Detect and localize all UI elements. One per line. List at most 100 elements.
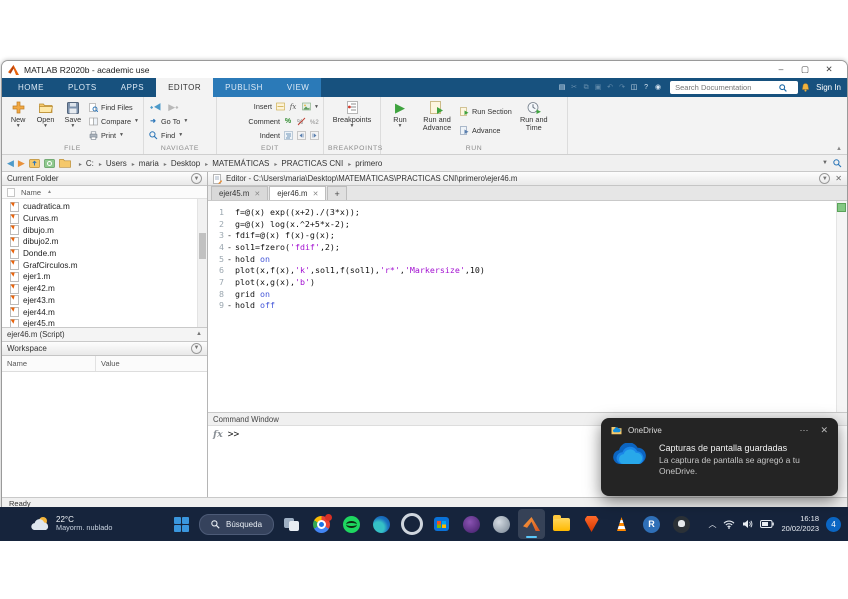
collapse-details-icon[interactable]: ▲: [196, 331, 202, 337]
new-tab-button[interactable]: +: [327, 186, 346, 200]
indent-right-icon[interactable]: [309, 130, 319, 140]
forward-arrow-icon[interactable]: ▶: [18, 159, 25, 168]
file-list-scrollbar[interactable]: [197, 199, 207, 327]
battery-icon[interactable]: [760, 520, 774, 528]
maximize-button[interactable]: ▢: [793, 64, 817, 75]
file-row[interactable]: Donde.m: [2, 248, 207, 260]
redo-icon[interactable]: ↷: [617, 82, 627, 93]
toolstrip-tab-apps[interactable]: APPS: [109, 78, 156, 97]
back-arrow-icon[interactable]: ⬩◀: [150, 103, 161, 112]
switch-windows-icon[interactable]: ◫: [629, 82, 639, 93]
file-list-column-header[interactable]: Name ▲: [2, 186, 207, 199]
editor-tab-ejer45.m[interactable]: ejer45.m✕: [211, 186, 268, 200]
start-button[interactable]: [168, 509, 195, 539]
forward-arrow-icon[interactable]: ▶⬩: [168, 103, 178, 112]
up-one-level-icon[interactable]: [29, 158, 40, 168]
sign-in-link[interactable]: Sign In: [816, 83, 841, 92]
wifi-icon[interactable]: [723, 520, 735, 529]
collapse-ribbon-icon[interactable]: ▲: [836, 146, 842, 152]
workspace-name-column[interactable]: Name: [2, 356, 96, 371]
taskbar-matlab-button[interactable]: [518, 509, 545, 539]
taskbar-vlc-button[interactable]: [608, 509, 635, 539]
breakpoints-button[interactable]: Breakpoints ▼: [330, 99, 374, 143]
notifications-bell-icon[interactable]: [801, 83, 810, 93]
go-to-button[interactable]: ➜ Go To ▼: [148, 115, 212, 127]
taskbar-chrome-button[interactable]: [308, 509, 335, 539]
workspace-value-column[interactable]: Value: [96, 356, 207, 371]
taskbar-steam-button[interactable]: [488, 509, 515, 539]
file-row[interactable]: ejer44.m: [2, 306, 207, 318]
editor-scrollbar[interactable]: [836, 201, 847, 412]
file-row[interactable]: ejer1.m: [2, 271, 207, 283]
run-and-advance-button[interactable]: Run and Advance: [418, 99, 456, 143]
toolstrip-tab-publish[interactable]: PUBLISH: [213, 78, 275, 97]
browse-folder-icon[interactable]: [44, 158, 55, 168]
breadcrumb-segment[interactable]: Desktop: [160, 159, 201, 168]
taskbar-clipchamp-button[interactable]: [458, 509, 485, 539]
breadcrumb-segment[interactable]: C:: [75, 159, 95, 168]
close-notification-button[interactable]: ✕: [820, 425, 828, 436]
uncomment-icon[interactable]: %: [296, 116, 306, 126]
copy-icon[interactable]: ⧉: [581, 82, 591, 93]
notification-count-badge[interactable]: 4: [826, 517, 841, 532]
editor-actions-icon[interactable]: ▼: [819, 173, 830, 184]
save-icon[interactable]: ▤: [557, 82, 567, 93]
documentation-search[interactable]: [670, 81, 798, 94]
folder-icon[interactable]: [59, 158, 71, 168]
open-button[interactable]: Open ▼: [33, 99, 57, 143]
new-button[interactable]: New ▼: [6, 99, 30, 143]
breadcrumb-segment[interactable]: MATEMÁTICAS: [201, 159, 270, 168]
close-tab-icon[interactable]: ✕: [254, 190, 260, 198]
taskbar-task-view-button[interactable]: [278, 509, 305, 539]
advance-button[interactable]: Advance: [459, 124, 512, 136]
file-row[interactable]: GrafCirculos.m: [2, 259, 207, 271]
volume-icon[interactable]: [742, 519, 753, 529]
insert-function-icon[interactable]: fx: [288, 102, 298, 112]
paste-icon[interactable]: ▣: [593, 82, 603, 93]
comment-icon[interactable]: %: [283, 116, 293, 126]
taskbar-spotify-button[interactable]: [338, 509, 365, 539]
taskbar-brave-button[interactable]: [578, 509, 605, 539]
run-section-button[interactable]: Run Section: [459, 106, 512, 118]
taskbar-clock[interactable]: 16:18 20/02/2023: [781, 514, 819, 534]
panel-actions-icon[interactable]: ▼: [191, 343, 202, 354]
minimize-button[interactable]: –: [769, 64, 793, 75]
hidden-icons-chevron[interactable]: ︿: [708, 519, 716, 530]
breadcrumb-segment[interactable]: PRACTICAS CNI: [270, 159, 344, 168]
file-row[interactable]: ejer43.m: [2, 295, 207, 307]
workspace-column-header[interactable]: Name Value: [2, 356, 207, 372]
run-button[interactable]: ▶ Run ▼: [385, 99, 415, 143]
file-row[interactable]: ejer45.m: [2, 318, 207, 327]
save-button[interactable]: Save ▼: [61, 99, 85, 143]
toolstrip-tab-editor[interactable]: EDITOR: [156, 78, 213, 97]
editor-tab-ejer46.m[interactable]: ejer46.m✕: [269, 186, 326, 200]
close-editor-icon[interactable]: ✕: [835, 174, 842, 183]
breadcrumb-segment[interactable]: Users: [95, 159, 128, 168]
community-icon[interactable]: ◉: [653, 82, 663, 93]
taskbar-settings-button[interactable]: [398, 509, 425, 539]
code-editor[interactable]: 1f=@(x) exp((x+2)./(3*x));2g=@(x) log(x.…: [208, 201, 847, 412]
file-row[interactable]: dibujo2.m: [2, 236, 207, 248]
indent-left-icon[interactable]: [296, 130, 306, 140]
toolstrip-tab-plots[interactable]: PLOTS: [56, 78, 109, 97]
chevron-down-icon[interactable]: ▼: [822, 160, 828, 166]
find-button[interactable]: Find ▼: [148, 129, 212, 141]
wrap-comments-icon[interactable]: %2: [309, 116, 319, 126]
taskbar-r-button[interactable]: R: [638, 509, 665, 539]
breadcrumb-segment[interactable]: primero: [344, 159, 383, 168]
search-icon[interactable]: [779, 84, 787, 92]
taskbar-search[interactable]: Búsqueda: [199, 514, 274, 535]
insert-image-icon[interactable]: [301, 102, 311, 112]
file-row[interactable]: dibujo.m: [2, 224, 207, 236]
toolstrip-tab-view[interactable]: VIEW: [275, 78, 321, 97]
back-arrow-icon[interactable]: ◀: [7, 159, 14, 168]
taskbar-microsoft-store-button[interactable]: [428, 509, 455, 539]
run-and-time-button[interactable]: Run and Time: [515, 99, 553, 143]
panel-actions-icon[interactable]: ▼: [191, 173, 202, 184]
close-tab-icon[interactable]: ✕: [313, 190, 319, 198]
find-files-button[interactable]: Find Files: [88, 101, 139, 113]
taskbar-github-button[interactable]: [668, 509, 695, 539]
file-row[interactable]: ejer42.m: [2, 283, 207, 295]
taskbar-edge-button[interactable]: [368, 509, 395, 539]
cut-icon[interactable]: ✂: [569, 82, 579, 93]
